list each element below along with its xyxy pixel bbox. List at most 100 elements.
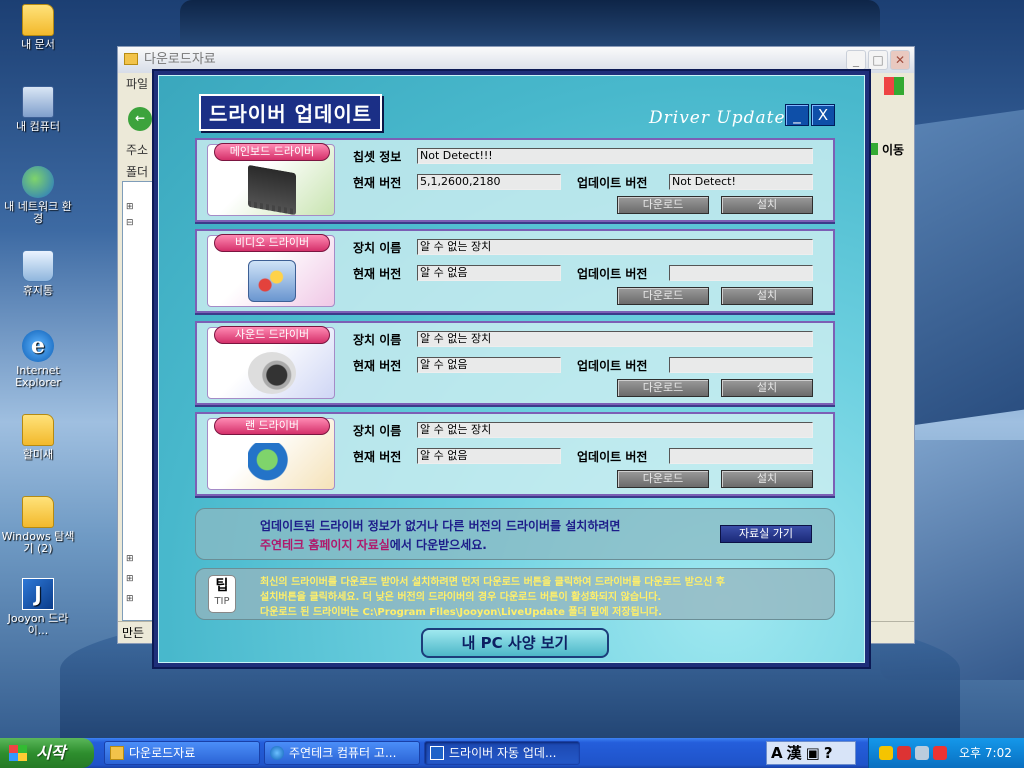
ime-help-icon[interactable]: ? [824, 744, 833, 762]
jooyon-icon [430, 746, 444, 760]
install-button[interactable]: 설치 [721, 379, 813, 397]
dialog-subtitle: Driver Update [649, 108, 786, 128]
desktop-icon-windows-explorer[interactable]: Windows 탐색기 (2) [0, 496, 76, 555]
windows-logo-icon [884, 77, 904, 95]
install-button[interactable]: 설치 [721, 287, 813, 305]
desktop-icon-label: 내 네트워크 환경 [4, 200, 72, 225]
taskbar-item-driver-update[interactable]: 드라이버 자동 업데... [424, 741, 580, 765]
network-status-icon[interactable] [915, 746, 929, 760]
dialog-body: 드라이버 업데이트 Driver Update _ X 메인보드 드라이버 칩셋… [158, 75, 865, 663]
tree-expand-icon[interactable]: ⊞ [126, 594, 134, 604]
desktop-icon-internet-explorer[interactable]: e Internet Explorer [0, 330, 76, 389]
download-button[interactable]: 다운로드 [617, 379, 709, 397]
chipset-label: 칩셋 정보 [353, 150, 402, 164]
category-label: 사운드 드라이버 [214, 326, 330, 344]
ime-mode-label[interactable]: A [771, 744, 783, 762]
taskbar: 시작 다운로드자료 주연테크 컴퓨터 고... 드라이버 자동 업데... A漢… [0, 738, 1024, 768]
antivirus-icon[interactable] [897, 746, 911, 760]
security-shield-icon[interactable] [879, 746, 893, 760]
tip-box: 팁 TIP 최신의 드라이버를 다운로드 받아서 설치하려면 먼저 다운로드 버… [195, 568, 835, 620]
driver-update-dialog[interactable]: 드라이버 업데이트 Driver Update _ X 메인보드 드라이버 칩셋… [152, 69, 871, 669]
download-button[interactable]: 다운로드 [617, 287, 709, 305]
category-card: 사운드 드라이버 [207, 326, 335, 399]
go-arrow-icon [870, 143, 878, 155]
desktop-icon-recycle-bin[interactable]: 휴지통 [0, 250, 76, 297]
update-version-label: 업데이트 버전 [577, 359, 648, 373]
update-version-label: 업데이트 버전 [577, 450, 648, 464]
folder-icon [124, 53, 138, 65]
update-version-field: Not Detect! [669, 174, 813, 190]
close-button[interactable]: ✕ [890, 50, 910, 70]
download-button[interactable]: 다운로드 [617, 470, 709, 488]
install-button[interactable]: 설치 [721, 470, 813, 488]
tip-badge-ko: 팁 [215, 578, 229, 594]
desktop-icon-jooyon-driver[interactable]: J Jooyon 드라이... [0, 578, 76, 637]
install-button[interactable]: 설치 [721, 196, 813, 214]
lan-driver-panel: 랜 드라이버 장치 이름 알 수 없는 장치 현재 버전 알 수 없음 업데이트… [195, 412, 835, 496]
desktop-icon-label: Jooyon 드라이... [7, 612, 69, 637]
folder-tree[interactable]: ⊞ ⊟ ⊞ ⊞ ⊞ [122, 181, 154, 621]
update-version-field [669, 265, 813, 281]
minimize-button[interactable]: _ [785, 104, 809, 126]
tip-line: 다운로드 된 드라이버는 C:\Program Files\Jooyon\Liv… [260, 607, 662, 618]
current-version-label: 현재 버전 [353, 359, 402, 373]
tree-collapse-icon[interactable]: ⊟ [126, 218, 134, 228]
folder-icon [22, 4, 54, 36]
download-button[interactable]: 다운로드 [617, 196, 709, 214]
taskbar-item-jooyon-web[interactable]: 주연테크 컴퓨터 고... [264, 741, 420, 765]
desktop-icon-label: Windows 탐색기 (2) [1, 530, 75, 555]
recycle-bin-icon [22, 250, 54, 282]
ime-options-icon[interactable]: ▣ [806, 744, 820, 762]
homepage-link[interactable]: 주연테크 홈페이지 자료실 [260, 538, 390, 552]
explorer-title: 다운로드자료 [144, 52, 216, 67]
desktop-icon-my-documents[interactable]: 내 문서 [0, 4, 76, 51]
tip-line: 설치버튼을 클릭하세요. 더 낮은 버전의 드라이버의 경우 다운로드 버튼이 … [260, 592, 662, 603]
current-version-label: 현재 버전 [353, 450, 402, 464]
desktop-icon-halmisae[interactable]: 할미새 [0, 414, 76, 461]
view-pc-spec-button[interactable]: 내 PC 사양 보기 [421, 628, 609, 658]
go-to-archive-button[interactable]: 자료실 가기 [720, 525, 812, 543]
device-name-label: 장치 이름 [353, 424, 402, 438]
start-button[interactable]: 시작 [0, 738, 94, 768]
device-name-label: 장치 이름 [353, 241, 402, 255]
address-label: 주소 [126, 143, 149, 157]
ime-hanja-label[interactable]: 漢 [787, 744, 802, 762]
tree-expand-icon[interactable]: ⊞ [126, 202, 134, 212]
taskbar-item-label: 주연테크 컴퓨터 고... [289, 746, 397, 760]
taskbar-item-label: 드라이버 자동 업데... [449, 746, 557, 760]
sound-driver-panel: 사운드 드라이버 장치 이름 알 수 없는 장치 현재 버전 알 수 없음 업데… [195, 321, 835, 405]
desktop-icon-my-computer[interactable]: 내 컴퓨터 [0, 86, 76, 133]
desktop-icon-label: 내 컴퓨터 [16, 120, 60, 133]
folders-label: 폴더 [126, 165, 149, 179]
back-button[interactable]: ← [128, 107, 152, 131]
taskbar-item-download-folder[interactable]: 다운로드자료 [104, 741, 260, 765]
dialog-title: 드라이버 업데이트 [199, 94, 383, 131]
ime-language-bar[interactable]: A 漢 ▣? [766, 741, 856, 765]
current-version-field: 5,1,2600,2180 [417, 174, 561, 190]
notice-line: 업데이트된 드라이버 정보가 없거나 다른 버전의 드라이버를 설치하려면 [260, 519, 621, 533]
system-tray: 오후 7:02 [868, 738, 1024, 768]
maximize-button[interactable]: □ [868, 50, 888, 70]
start-label: 시작 [36, 743, 66, 762]
update-version-field [669, 357, 813, 373]
current-version-field: 알 수 없음 [417, 265, 561, 281]
current-version-field: 알 수 없음 [417, 448, 561, 464]
close-button[interactable]: X [811, 104, 835, 126]
notice-line-rest: 에서 다운받으세요. [389, 538, 487, 552]
update-shield-icon[interactable] [933, 746, 947, 760]
tree-expand-icon[interactable]: ⊞ [126, 574, 134, 584]
minimize-button[interactable]: _ [846, 50, 866, 70]
device-name-field: 알 수 없는 장치 [417, 239, 813, 255]
device-name-field: 알 수 없는 장치 [417, 422, 813, 438]
explorer-icon [22, 496, 54, 528]
chip-icon [248, 164, 296, 216]
tip-badge: 팁 TIP [208, 575, 236, 613]
tree-expand-icon[interactable]: ⊞ [126, 554, 134, 564]
video-palette-icon [248, 260, 296, 302]
menu-file[interactable]: 파일 [126, 77, 148, 91]
mainboard-driver-panel: 메인보드 드라이버 칩셋 정보 Not Detect!!! 현재 버전 5,1,… [195, 138, 835, 222]
update-version-label: 업데이트 버전 [577, 267, 648, 281]
go-button[interactable]: 이동 [870, 141, 904, 158]
desktop-icon-network[interactable]: 내 네트워크 환경 [0, 166, 76, 225]
category-card: 비디오 드라이버 [207, 234, 335, 307]
